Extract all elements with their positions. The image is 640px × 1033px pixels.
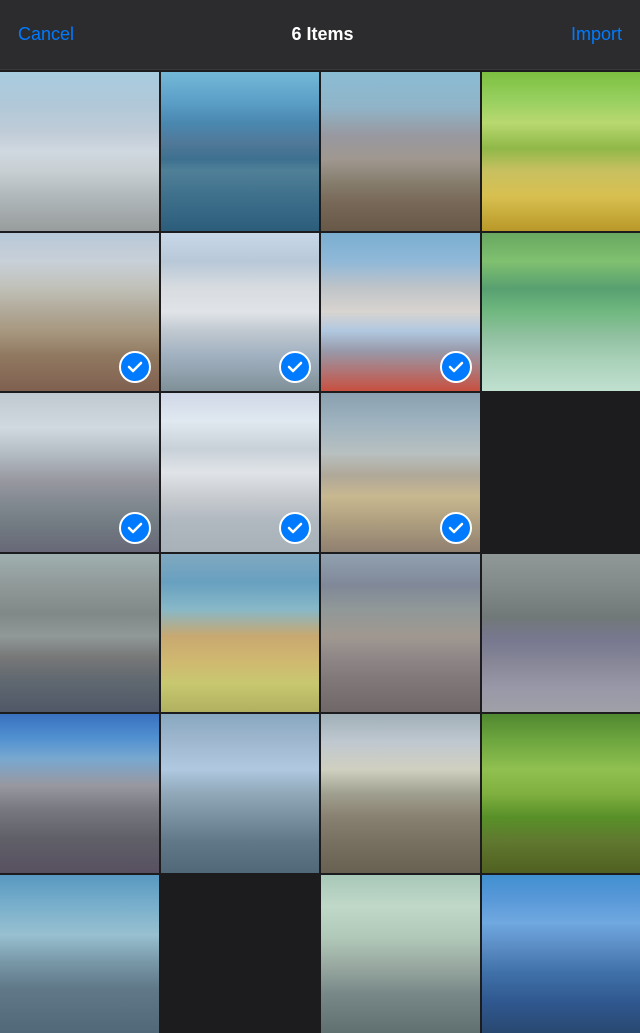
photo-cell-r5c2[interactable] [161,714,320,873]
photo-cell-r5c3[interactable] [321,714,480,873]
check-badge-r3c3 [440,512,472,544]
photo-cell-r6c3[interactable] [321,875,480,1033]
check-badge-r2c2 [279,351,311,383]
photo-cell-r2c2[interactable] [161,233,320,392]
photo-cell-r1c4[interactable] [482,72,640,231]
check-badge-r3c2 [279,512,311,544]
photo-cell-r5c1[interactable] [0,714,159,873]
photo-cell-r6c4[interactable] [482,875,640,1033]
photo-cell-r1c1[interactable] [0,72,159,231]
photo-cell-r1c3[interactable] [321,72,480,231]
photo-cell-r2c3[interactable] [321,233,480,392]
photo-cell-r2c1[interactable] [0,233,159,392]
photo-cell-r4c4[interactable] [482,554,640,713]
check-badge-r2c3 [440,351,472,383]
photo-cell-r6c1[interactable] [0,875,159,1033]
check-badge-r3c1 [119,512,151,544]
photo-cell-r1c2[interactable] [161,72,320,231]
photo-cell-r4c1[interactable] [0,554,159,713]
photo-cell-r6c2[interactable] [161,875,320,1033]
photo-cell-r3c3[interactable] [321,393,480,552]
page-title: 6 Items [291,24,353,45]
photo-cell-r3c1[interactable] [0,393,159,552]
import-button[interactable]: Import [571,24,622,45]
photo-cell-r5c4[interactable] [482,714,640,873]
check-badge-r2c1 [119,351,151,383]
photo-cell-r4c3[interactable] [321,554,480,713]
cancel-button[interactable]: Cancel [18,24,74,45]
header: Cancel 6 Items Import [0,0,640,70]
photo-cell-r2c4[interactable] [482,233,640,392]
photo-cell-r3c4[interactable] [482,393,640,552]
photo-grid [0,70,640,1033]
photo-cell-r4c2[interactable] [161,554,320,713]
photo-cell-r3c2[interactable] [161,393,320,552]
